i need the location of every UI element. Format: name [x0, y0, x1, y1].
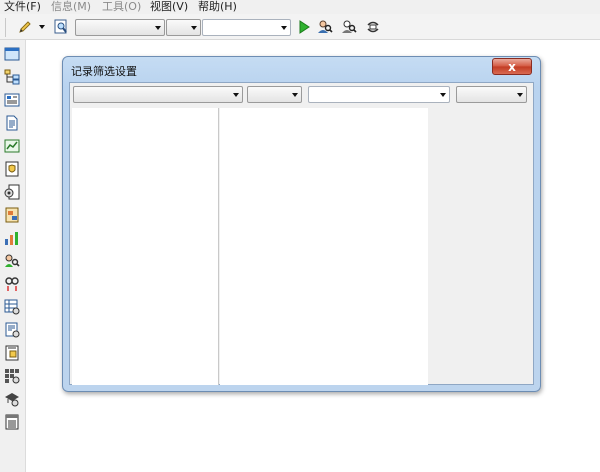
run-button[interactable]	[295, 18, 313, 36]
list-doc-icon	[5, 414, 19, 430]
shield-doc-button[interactable]	[4, 161, 20, 177]
gear-page-button[interactable]	[4, 322, 20, 338]
gear-doc-button[interactable]	[4, 184, 20, 200]
menu-view[interactable]: 视图(V)	[150, 0, 188, 14]
close-button[interactable]: x	[492, 58, 532, 75]
search-person-button[interactable]	[340, 18, 358, 36]
list-doc-button[interactable]	[4, 414, 20, 430]
toolbar-combo-2[interactable]	[166, 19, 201, 36]
tree-button[interactable]	[4, 69, 20, 85]
field-list-pane[interactable]	[72, 108, 219, 385]
table-gear-icon	[4, 299, 20, 315]
grid-icon	[5, 369, 20, 384]
gear-page-icon	[5, 322, 20, 338]
refresh-link-icon	[367, 21, 379, 33]
shield-doc-icon	[5, 161, 19, 177]
window-icon	[4, 47, 20, 61]
user-search-icon	[5, 254, 20, 267]
grid-button[interactable]	[4, 368, 20, 384]
filter-logic-combo[interactable]	[456, 86, 527, 103]
left-toolbar	[0, 40, 26, 472]
link-button[interactable]	[4, 276, 20, 292]
toolbar-combo-1[interactable]	[75, 19, 165, 36]
image-doc-icon	[5, 207, 19, 223]
menu-tools[interactable]: 工具(O)	[102, 0, 141, 14]
page-star-button[interactable]	[4, 345, 20, 361]
toolbar	[0, 14, 600, 40]
image-doc-button[interactable]	[4, 207, 20, 223]
link-icon	[5, 277, 19, 291]
preview-button[interactable]	[52, 18, 70, 36]
chevron-down-icon	[191, 26, 197, 30]
find-person-icon	[318, 20, 333, 33]
menu-info[interactable]: 信息(M)	[51, 0, 91, 14]
stats-button[interactable]	[4, 230, 20, 246]
gear-doc-icon	[4, 184, 20, 200]
filter-settings-dialog: 记录筛选设置 x	[62, 56, 541, 392]
page-star-icon	[5, 345, 19, 361]
table-gear-button[interactable]	[4, 299, 20, 315]
stats-icon	[5, 232, 18, 245]
chevron-down-icon	[39, 25, 45, 29]
pencil-dropdown-button[interactable]	[37, 18, 47, 36]
condition-list-pane[interactable]	[220, 108, 428, 385]
document-icon	[6, 115, 18, 131]
filter-operator-combo[interactable]	[247, 86, 302, 103]
window-button[interactable]	[4, 46, 20, 62]
find-person-button[interactable]	[316, 18, 334, 36]
pencil-icon	[19, 21, 31, 33]
refresh-link-button[interactable]	[364, 18, 382, 36]
chevron-down-icon	[517, 93, 523, 97]
chevron-down-icon	[440, 93, 446, 97]
form-icon	[4, 93, 20, 107]
chart-button[interactable]	[4, 138, 20, 154]
form-button[interactable]	[4, 92, 20, 108]
user-search-button[interactable]	[4, 253, 20, 269]
menu-bar: 文件(F) 信息(M) 工具(O) 视图(V) 帮助(H)	[0, 0, 600, 14]
hat-gear-button[interactable]	[4, 391, 20, 407]
menu-file[interactable]: 文件(F)	[4, 0, 41, 14]
search-person-icon	[342, 20, 357, 33]
document-button[interactable]	[4, 115, 20, 131]
chevron-down-icon	[292, 93, 298, 97]
chart-icon	[4, 139, 20, 153]
play-icon	[299, 20, 310, 34]
toolbar-grip	[5, 18, 6, 37]
hat-gear-icon	[5, 393, 19, 407]
close-icon: x	[508, 59, 516, 74]
dialog-title: 记录筛选设置	[71, 65, 137, 78]
menu-help[interactable]: 帮助(H)	[198, 0, 237, 14]
chevron-down-icon	[281, 26, 287, 30]
toolbar-combo-3[interactable]	[202, 19, 291, 36]
chevron-down-icon	[155, 26, 161, 30]
dialog-content	[69, 82, 534, 385]
preview-icon	[54, 19, 67, 34]
filter-field-combo[interactable]	[73, 86, 243, 103]
tree-icon	[4, 69, 20, 85]
pencil-button[interactable]	[16, 18, 34, 36]
chevron-down-icon	[233, 93, 239, 97]
filter-value-combo[interactable]	[308, 86, 450, 103]
